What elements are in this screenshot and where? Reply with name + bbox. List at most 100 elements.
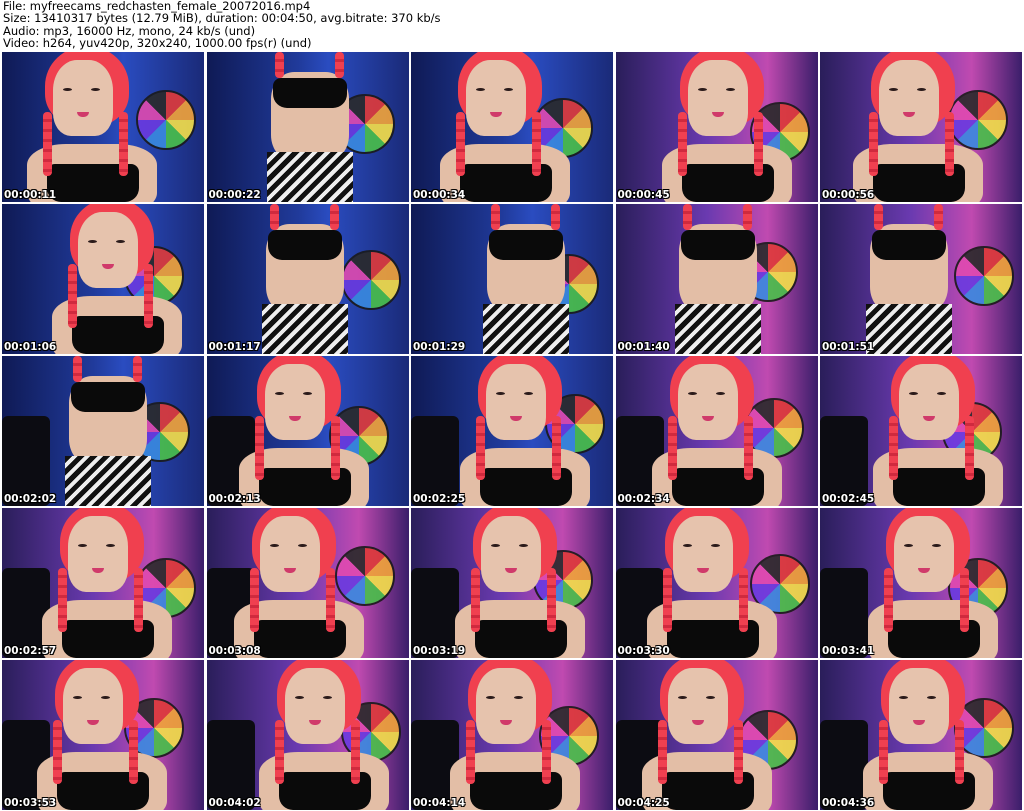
patterned-pants bbox=[674, 304, 761, 354]
video-thumbnail[interactable]: 00:03:19 bbox=[411, 508, 613, 658]
eye-right bbox=[937, 392, 946, 395]
video-thumbnail[interactable]: 00:03:08 bbox=[206, 508, 409, 658]
eye-left bbox=[889, 88, 898, 91]
file-info-header: File: myfreecams_redchasten_female_20072… bbox=[3, 0, 1021, 52]
eye-left bbox=[682, 544, 692, 547]
thumbnail-image bbox=[411, 52, 613, 202]
prize-wheel bbox=[136, 90, 196, 150]
eye-right bbox=[917, 88, 926, 91]
braid-left bbox=[471, 568, 480, 632]
video-thumbnail[interactable]: 00:00:34 bbox=[411, 52, 613, 202]
face bbox=[687, 60, 748, 136]
braid-right bbox=[945, 112, 954, 176]
face bbox=[78, 212, 138, 288]
video-thumbnail[interactable]: 00:01:06 bbox=[2, 204, 204, 354]
timestamp-label: 00:03:30 bbox=[617, 645, 670, 657]
video-thumbnail[interactable]: 00:02:25 bbox=[411, 356, 613, 506]
eye-left bbox=[899, 696, 908, 699]
timestamp-label: 00:01:51 bbox=[822, 341, 875, 353]
thumbnail-image bbox=[615, 508, 818, 658]
eye-right bbox=[91, 88, 100, 91]
eye-right bbox=[710, 544, 720, 547]
eye-right bbox=[302, 392, 312, 395]
timestamp-label: 00:01:06 bbox=[4, 341, 57, 353]
video-thumbnail[interactable]: 00:02:45 bbox=[820, 356, 1022, 506]
braid-right bbox=[329, 204, 339, 230]
braid-left bbox=[254, 416, 264, 480]
timestamp-label: 00:01:29 bbox=[413, 341, 466, 353]
eye-left bbox=[687, 392, 697, 395]
braid-left bbox=[667, 416, 677, 480]
video-thumbnail[interactable]: 00:01:51 bbox=[820, 204, 1022, 354]
thumbnail-image bbox=[206, 660, 409, 810]
eye-right bbox=[519, 544, 528, 547]
video-thumbnail[interactable]: 00:04:02 bbox=[206, 660, 409, 810]
video-thumbnail[interactable]: 00:00:45 bbox=[615, 52, 818, 202]
braid-right bbox=[144, 264, 153, 328]
file-size-line: Size: 13410317 bytes (12.79 MiB), durati… bbox=[3, 11, 441, 26]
video-thumbnail[interactable]: 00:03:53 bbox=[2, 660, 204, 810]
video-thumbnail[interactable]: 00:01:17 bbox=[206, 204, 409, 354]
prize-wheel bbox=[340, 250, 401, 310]
timestamp-label: 00:04:36 bbox=[822, 797, 875, 809]
crop-top bbox=[680, 230, 755, 260]
video-thumbnail[interactable]: 00:02:34 bbox=[615, 356, 818, 506]
thumbnail-image bbox=[820, 356, 1022, 506]
thumbnail-image bbox=[411, 204, 613, 354]
video-thumbnail[interactable]: 00:01:29 bbox=[411, 204, 613, 354]
video-thumbnail[interactable]: 00:00:56 bbox=[820, 52, 1022, 202]
face bbox=[476, 668, 536, 744]
face bbox=[667, 668, 728, 744]
braid-left bbox=[657, 720, 667, 784]
eye-left bbox=[476, 88, 485, 91]
braid-right bbox=[134, 568, 143, 632]
video-thumbnail[interactable]: 00:02:02 bbox=[2, 356, 204, 506]
face bbox=[264, 364, 325, 440]
patterned-pants bbox=[866, 304, 952, 354]
video-thumbnail[interactable]: 00:03:30 bbox=[615, 508, 818, 658]
video-thumbnail[interactable]: 00:04:36 bbox=[820, 660, 1022, 810]
braid-left bbox=[879, 720, 888, 784]
eye-left bbox=[491, 544, 500, 547]
braid-left bbox=[43, 112, 52, 176]
braid-right bbox=[743, 416, 753, 480]
thumbnail-image bbox=[615, 356, 818, 506]
eye-right bbox=[705, 696, 715, 699]
face bbox=[284, 668, 345, 744]
video-thumbnail[interactable]: 00:00:11 bbox=[2, 52, 204, 202]
eye-left bbox=[73, 696, 82, 699]
braid-right bbox=[325, 568, 335, 632]
eye-left bbox=[496, 392, 505, 395]
braid-right bbox=[334, 52, 344, 78]
video-thumbnail[interactable]: 00:00:22 bbox=[206, 52, 409, 202]
braid-right bbox=[960, 568, 969, 632]
timestamp-label: 00:02:25 bbox=[413, 493, 466, 505]
timestamp-label: 00:00:34 bbox=[413, 189, 466, 201]
prize-wheel bbox=[948, 90, 1008, 150]
eye-right bbox=[927, 696, 936, 699]
patterned-pants bbox=[65, 456, 151, 506]
eye-right bbox=[932, 544, 941, 547]
braid-right bbox=[547, 568, 556, 632]
face bbox=[53, 60, 113, 136]
timestamp-label: 00:03:41 bbox=[822, 645, 875, 657]
video-thumbnail[interactable]: 00:04:25 bbox=[615, 660, 818, 810]
timestamp-label: 00:02:34 bbox=[617, 493, 670, 505]
timestamp-label: 00:04:14 bbox=[413, 797, 466, 809]
braid-right bbox=[532, 112, 541, 176]
braid-left bbox=[274, 720, 284, 784]
video-thumbnail[interactable]: 00:02:13 bbox=[206, 356, 409, 506]
face bbox=[879, 60, 939, 136]
timestamp-label: 00:00:56 bbox=[822, 189, 875, 201]
eye-right bbox=[504, 88, 513, 91]
eye-right bbox=[322, 696, 332, 699]
video-thumbnail[interactable]: 00:02:57 bbox=[2, 508, 204, 658]
face bbox=[677, 364, 738, 440]
video-thumbnail[interactable]: 00:01:40 bbox=[615, 204, 818, 354]
video-thumbnail[interactable]: 00:04:14 bbox=[411, 660, 613, 810]
braid-left bbox=[874, 204, 883, 230]
patterned-pants bbox=[483, 304, 569, 354]
video-thumbnail[interactable]: 00:03:41 bbox=[820, 508, 1022, 658]
prize-wheel bbox=[334, 546, 395, 606]
braid-right bbox=[965, 416, 974, 480]
